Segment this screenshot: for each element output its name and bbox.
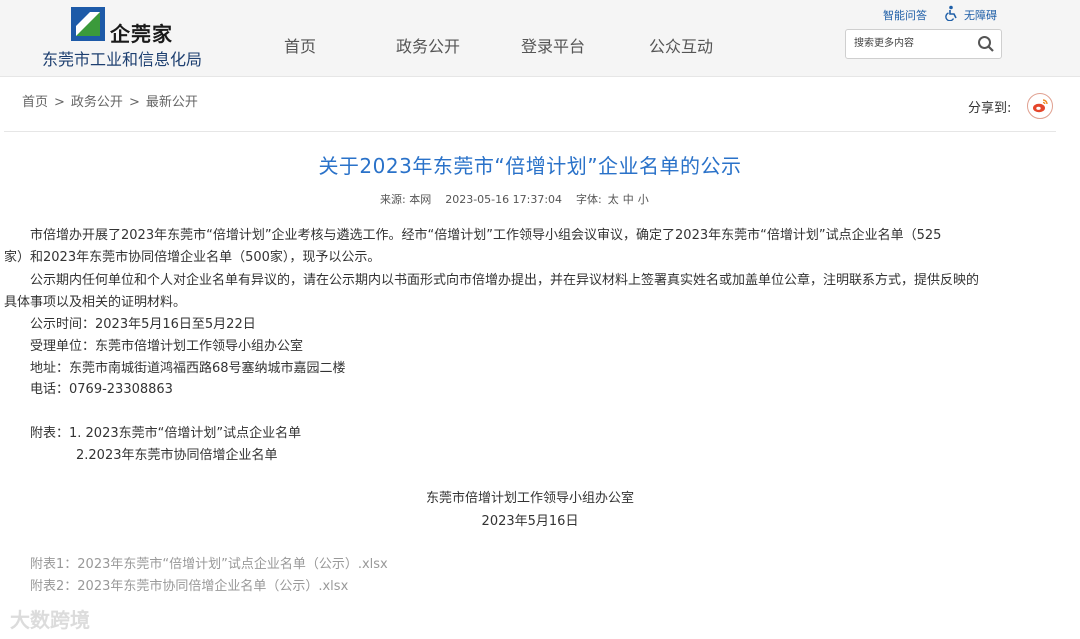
article-title: 关于2023年东莞市“倍增计划”企业名单的公示 [318,154,742,178]
font-size-medium[interactable]: 中 [623,193,634,206]
nav-item-gov-affairs[interactable]: 政务公开 [396,33,460,57]
smart-qa-link[interactable]: 智能问答 [883,7,927,23]
share-label: 分享到: [968,101,1012,116]
org-name[interactable]: 东莞市工业和信息化局 [42,46,202,70]
site-header: 企莞家 东莞市工业和信息化局 首页 政务公开 登录平台 公众互动 智能问答 无障… [0,0,1080,77]
accessibility-icon[interactable] [943,5,959,21]
search-input[interactable] [854,35,974,51]
article-source: 来源: 本网 [380,193,432,206]
breadcrumb-latest[interactable]: 最新公开 [146,95,198,110]
weibo-share-icon[interactable] [1027,93,1053,119]
divider [4,131,1056,132]
accessibility-link[interactable]: 无障碍 [964,7,997,23]
nav-item-home[interactable]: 首页 [284,33,316,57]
phone: 电话：0769-23308863 [30,382,173,397]
breadcrumb-separator: > [54,95,65,110]
signature-date: 2023年5月16日 [481,514,579,529]
paragraph-line: 公示期内任何单位和个人对企业名单有异议的，请在公示期内以书面形式向市倍增办提出，… [30,273,980,288]
search-icon[interactable] [977,35,995,53]
breadcrumb-gov-affairs[interactable]: 政务公开 [71,95,123,110]
font-size-label: 字体: [576,193,602,206]
address: 地址：东莞市南城街道鸿福西路68号塞纳城市嘉园二楼 [30,361,346,376]
signature-org: 东莞市倍增计划工作领导小组办公室 [425,491,634,506]
logo-text[interactable]: 企莞家 [110,18,173,47]
appendix-line: 附表：1. 2023东莞市“倍增计划”试点企业名单 [30,426,302,441]
attachment-link[interactable]: 附表1：2023年东莞市“倍增计划”试点企业名单（公示）.xlsx [30,553,388,572]
article-meta: 来源: 本网 2023-05-16 17:37:04 字体: 太中小 [380,191,649,207]
attachment-link[interactable]: 附表2：2023年东莞市协同倍增企业名单（公示）.xlsx [30,575,348,594]
paragraph-line: 具体事项以及相关的证明材料。 [4,295,187,310]
breadcrumb-home[interactable]: 首页 [22,95,48,110]
font-size-small[interactable]: 小 [638,193,649,206]
paragraph-line: 家）和2023年东莞市协同倍增企业名单（500家），现予以公示。 [4,250,381,265]
nav-item-login-platform[interactable]: 登录平台 [521,33,585,57]
appendix-line: 2.2023年东莞市协同倍增企业名单 [76,448,278,463]
search-box [845,29,1002,59]
accepting-unit: 受理单位：东莞市倍增计划工作领导小组办公室 [30,339,304,354]
breadcrumb: 首页 > 政务公开 > 最新公开 [22,91,198,110]
logo-icon[interactable] [70,6,106,42]
nav-item-public-interaction[interactable]: 公众互动 [649,33,713,57]
paragraph-line: 市倍增办开展了2023年东莞市“倍增计划”企业考核与遴选工作。经市“倍增计划”工… [30,228,942,243]
notice-period: 公示时间：2023年5月16日至5月22日 [30,317,256,332]
article-datetime: 2023-05-16 17:37:04 [445,193,563,206]
breadcrumb-separator: > [128,95,140,110]
font-size-large[interactable]: 太 [608,193,619,206]
watermark: 大数跨境 [10,608,90,632]
